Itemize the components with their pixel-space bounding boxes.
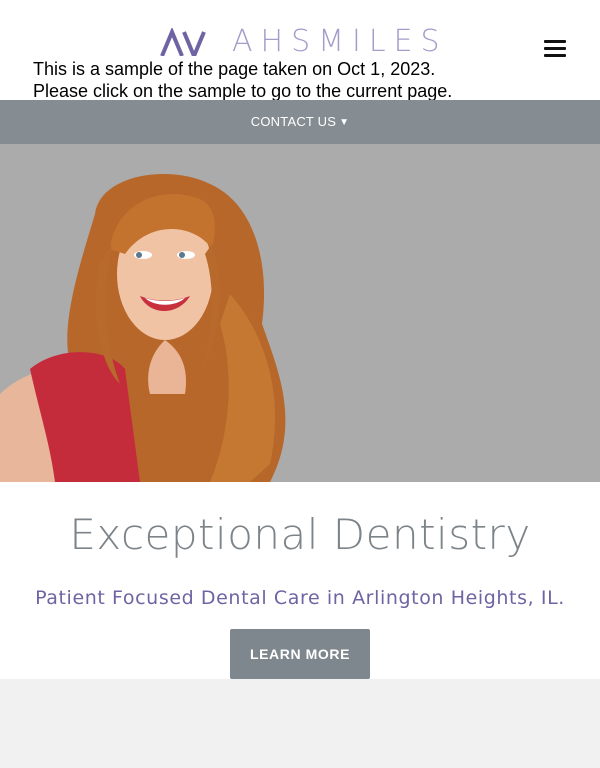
archive-notice-line2: Please click on the sample to go to the … (33, 81, 453, 101)
hamburger-menu-icon[interactable] (544, 40, 566, 60)
site-header: AHSMILES This is a sample of the page ta… (0, 0, 600, 102)
archive-notice[interactable]: This is a sample of the page taken on Oc… (30, 56, 484, 102)
logo-text: AHSMILES (232, 24, 448, 59)
logo-mark-icon (160, 28, 206, 58)
learn-more-button[interactable]: LEARN MORE (230, 629, 370, 679)
hero-image (0, 144, 600, 482)
smiling-woman-photo (0, 144, 600, 482)
caret-down-icon: ▼ (339, 117, 350, 128)
contact-us-link[interactable]: CONTACT US ▼ (251, 114, 349, 129)
page-headline: Exceptional Dentistry (69, 510, 531, 559)
next-section-band (0, 679, 600, 768)
archive-notice-line1: This is a sample of the page taken on Oc… (33, 59, 436, 79)
contact-us-label: CONTACT US (250, 114, 337, 129)
contact-bar: CONTACT US ▼ (0, 100, 600, 144)
page-subheadline: Patient Focused Dental Care in Arlington… (35, 587, 565, 609)
page: AHSMILES This is a sample of the page ta… (0, 0, 600, 768)
